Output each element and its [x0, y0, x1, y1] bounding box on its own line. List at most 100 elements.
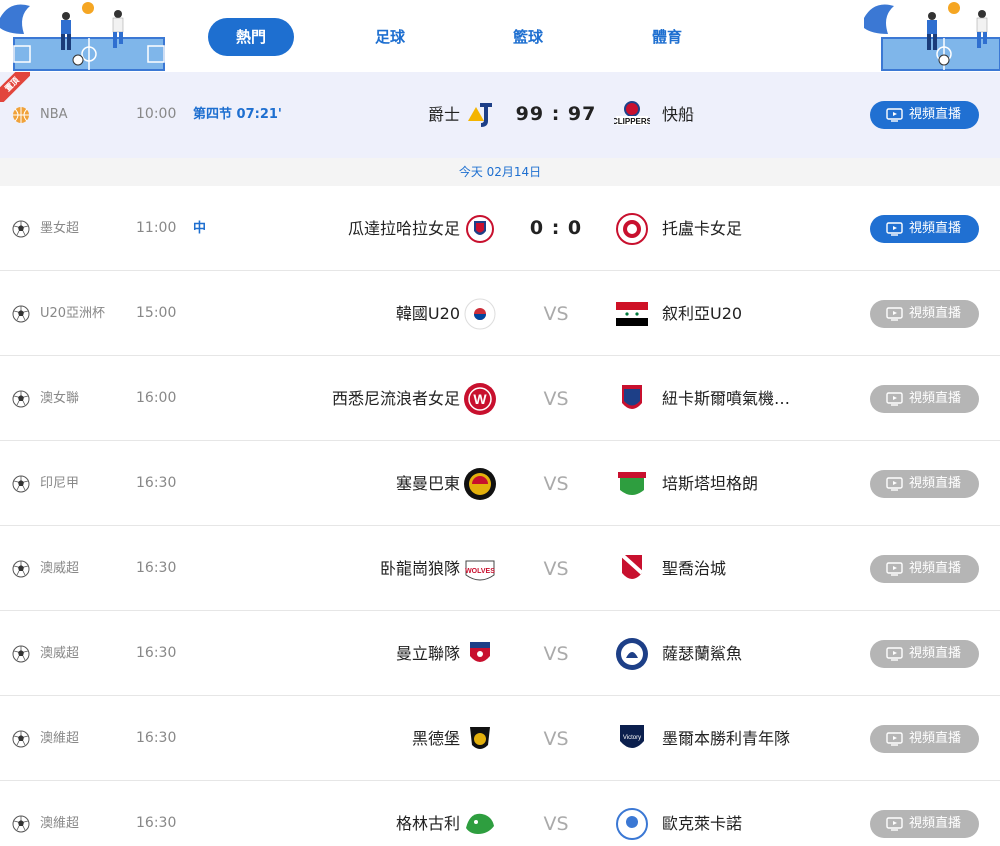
korea-flag-icon [464, 298, 496, 330]
away-team: 薩瑟蘭鯊魚 [662, 644, 743, 663]
soccer-ball-icon [12, 305, 30, 323]
sutherland-sharks-logo-icon [616, 638, 648, 670]
home-team: 瓜達拉哈拉女足 [347, 219, 460, 238]
green-gully-logo-icon [466, 813, 494, 834]
video-live-button[interactable]: 視頻直播 [870, 101, 979, 129]
clippers-logo-icon: CLIPPERS [614, 101, 650, 126]
tv-icon [886, 647, 903, 661]
soccer-ball-icon [12, 730, 30, 748]
tv-icon [886, 477, 903, 491]
home-team: 黑德堡 [411, 729, 460, 748]
away-team: 托盧卡女足 [662, 219, 743, 238]
tab-basketball[interactable]: 籃球 [488, 18, 568, 56]
match-row[interactable]: 印尼甲 16:30 塞曼巴東 VS 培斯塔坦格朗 視頻直播 [0, 441, 1000, 526]
home-team: 曼立聯隊 [395, 644, 460, 663]
tv-icon [886, 108, 903, 122]
video-live-button[interactable]: 視頻直播 [870, 470, 979, 498]
away-team: 紐卡斯爾噴氣機… [662, 389, 791, 408]
match-status: 第四节 07:21' [193, 107, 282, 122]
tv-icon [886, 817, 903, 831]
guadalajara-logo-icon [466, 215, 494, 243]
video-live-button[interactable]: 視頻直播 [870, 300, 979, 328]
match-time: 16:00 [136, 390, 177, 406]
syria-flag-icon [616, 302, 648, 326]
wsw-logo-icon: W [464, 383, 496, 415]
soccer-ball-icon [12, 390, 30, 408]
tab-hot[interactable]: 熱門 [208, 18, 294, 56]
svg-text:Victory: Victory [623, 735, 641, 741]
tv-icon [886, 732, 903, 746]
match-row[interactable]: U20亞洲杯 15:00 韓國U20 VS 叙利亞U20 視頻直播 [0, 271, 1000, 356]
match-time: 16:30 [136, 560, 177, 576]
date-divider: 今天 02月14日 [0, 158, 1000, 186]
match-time: 16:30 [136, 730, 177, 746]
video-live-button[interactable]: 視頻直播 [870, 555, 979, 583]
tab-football[interactable]: 足球 [350, 18, 430, 56]
home-team: 卧龍崗狼隊 [379, 559, 460, 578]
home-team: 塞曼巴東 [395, 474, 460, 493]
match-time: 10:00 [136, 106, 177, 122]
heidelberg-logo-icon [470, 727, 490, 749]
away-team: 快船 [662, 105, 695, 124]
match-status: 中 [193, 221, 207, 236]
away-team: 聖喬治城 [662, 559, 727, 578]
league-name: U20亞洲杯 [40, 306, 106, 321]
match-time: 16:30 [136, 645, 177, 661]
soccer-players-illustration [0, 2, 165, 71]
tv-icon [886, 392, 903, 406]
soccer-ball-icon [12, 815, 30, 833]
match-row[interactable]: 澳維超 16:30 格林古利 VS 歐克萊卡諾 視頻直播 [0, 781, 1000, 846]
league-name: NBA [40, 107, 68, 122]
oakleigh-logo-icon [616, 808, 648, 840]
match-row[interactable]: 澳威超 16:30 卧龍崗狼隊 WOLVES VS 聖喬治城 視頻直播 [0, 526, 1000, 611]
score: 99 : 97 [515, 103, 597, 125]
victory-logo-icon: Victory [620, 725, 644, 748]
home-team: 韓國U20 [395, 304, 460, 323]
match-row-pinned[interactable]: 置頂 NBA 10:00 第四节 07:21' 爵士 99 : 97 CLIPP… [0, 72, 1000, 158]
vs-label: VS [543, 388, 569, 410]
vs-label: VS [543, 643, 569, 665]
match-row[interactable]: 澳威超 16:30 曼立聯隊 VS 薩瑟蘭鯊魚 視頻直播 [0, 611, 1000, 696]
match-row[interactable]: 墨女超 11:00 中 瓜達拉哈拉女足 0 : 0 托盧卡女足 視頻直播 [0, 186, 1000, 271]
league-name: 澳女聯 [40, 391, 80, 406]
tv-icon [886, 307, 903, 321]
soccer-ball-icon [12, 645, 30, 663]
match-time: 11:00 [136, 220, 177, 236]
score: 0 : 0 [529, 217, 583, 239]
manly-logo-icon [470, 642, 490, 662]
video-live-button[interactable]: 視頻直播 [870, 640, 979, 668]
home-team: 西悉尼流浪者女足 [331, 389, 460, 408]
home-team: 格林古利 [395, 814, 460, 833]
match-row[interactable]: 澳女聯 16:00 西悉尼流浪者女足 W VS 紐卡斯爾噴氣機… 視頻直播 [0, 356, 1000, 441]
league-name: 澳維超 [40, 731, 80, 746]
tv-icon [886, 562, 903, 576]
header: 熱門 足球 籃球 體育 [0, 0, 1000, 72]
away-team: 培斯塔坦格朗 [662, 474, 759, 493]
vs-label: VS [543, 473, 569, 495]
vs-label: VS [543, 303, 569, 325]
away-team: 叙利亞U20 [662, 304, 743, 323]
video-live-button[interactable]: 視頻直播 [870, 215, 979, 243]
newcastle-jets-logo-icon [622, 385, 642, 409]
soccer-ball-icon [12, 560, 30, 578]
persita-logo-icon [618, 472, 646, 495]
league-name: 澳威超 [40, 561, 80, 576]
basketball-icon [13, 107, 29, 123]
video-live-button[interactable]: 視頻直播 [870, 810, 979, 838]
wolves-logo-icon: WOLVES [465, 560, 495, 581]
video-live-button[interactable]: 視頻直播 [870, 725, 979, 753]
match-time: 16:30 [136, 475, 177, 491]
toluca-logo-icon [616, 213, 648, 245]
match-row[interactable]: 澳維超 16:30 黑德堡 VS Victory 墨爾本勝利青年隊 視頻直播 [0, 696, 1000, 781]
league-name: 墨女超 [40, 221, 80, 236]
away-team: 墨爾本勝利青年隊 [662, 729, 791, 748]
pinned-badge: 置頂 [0, 72, 30, 102]
video-live-button[interactable]: 視頻直播 [870, 385, 979, 413]
vs-label: VS [543, 558, 569, 580]
soccer-ball-icon [12, 475, 30, 493]
st-george-logo-icon [620, 553, 644, 579]
vs-label: VS [543, 728, 569, 750]
jazz-logo-icon [468, 103, 492, 127]
svg-text:W: W [473, 391, 487, 407]
tab-sports[interactable]: 體育 [627, 18, 707, 56]
